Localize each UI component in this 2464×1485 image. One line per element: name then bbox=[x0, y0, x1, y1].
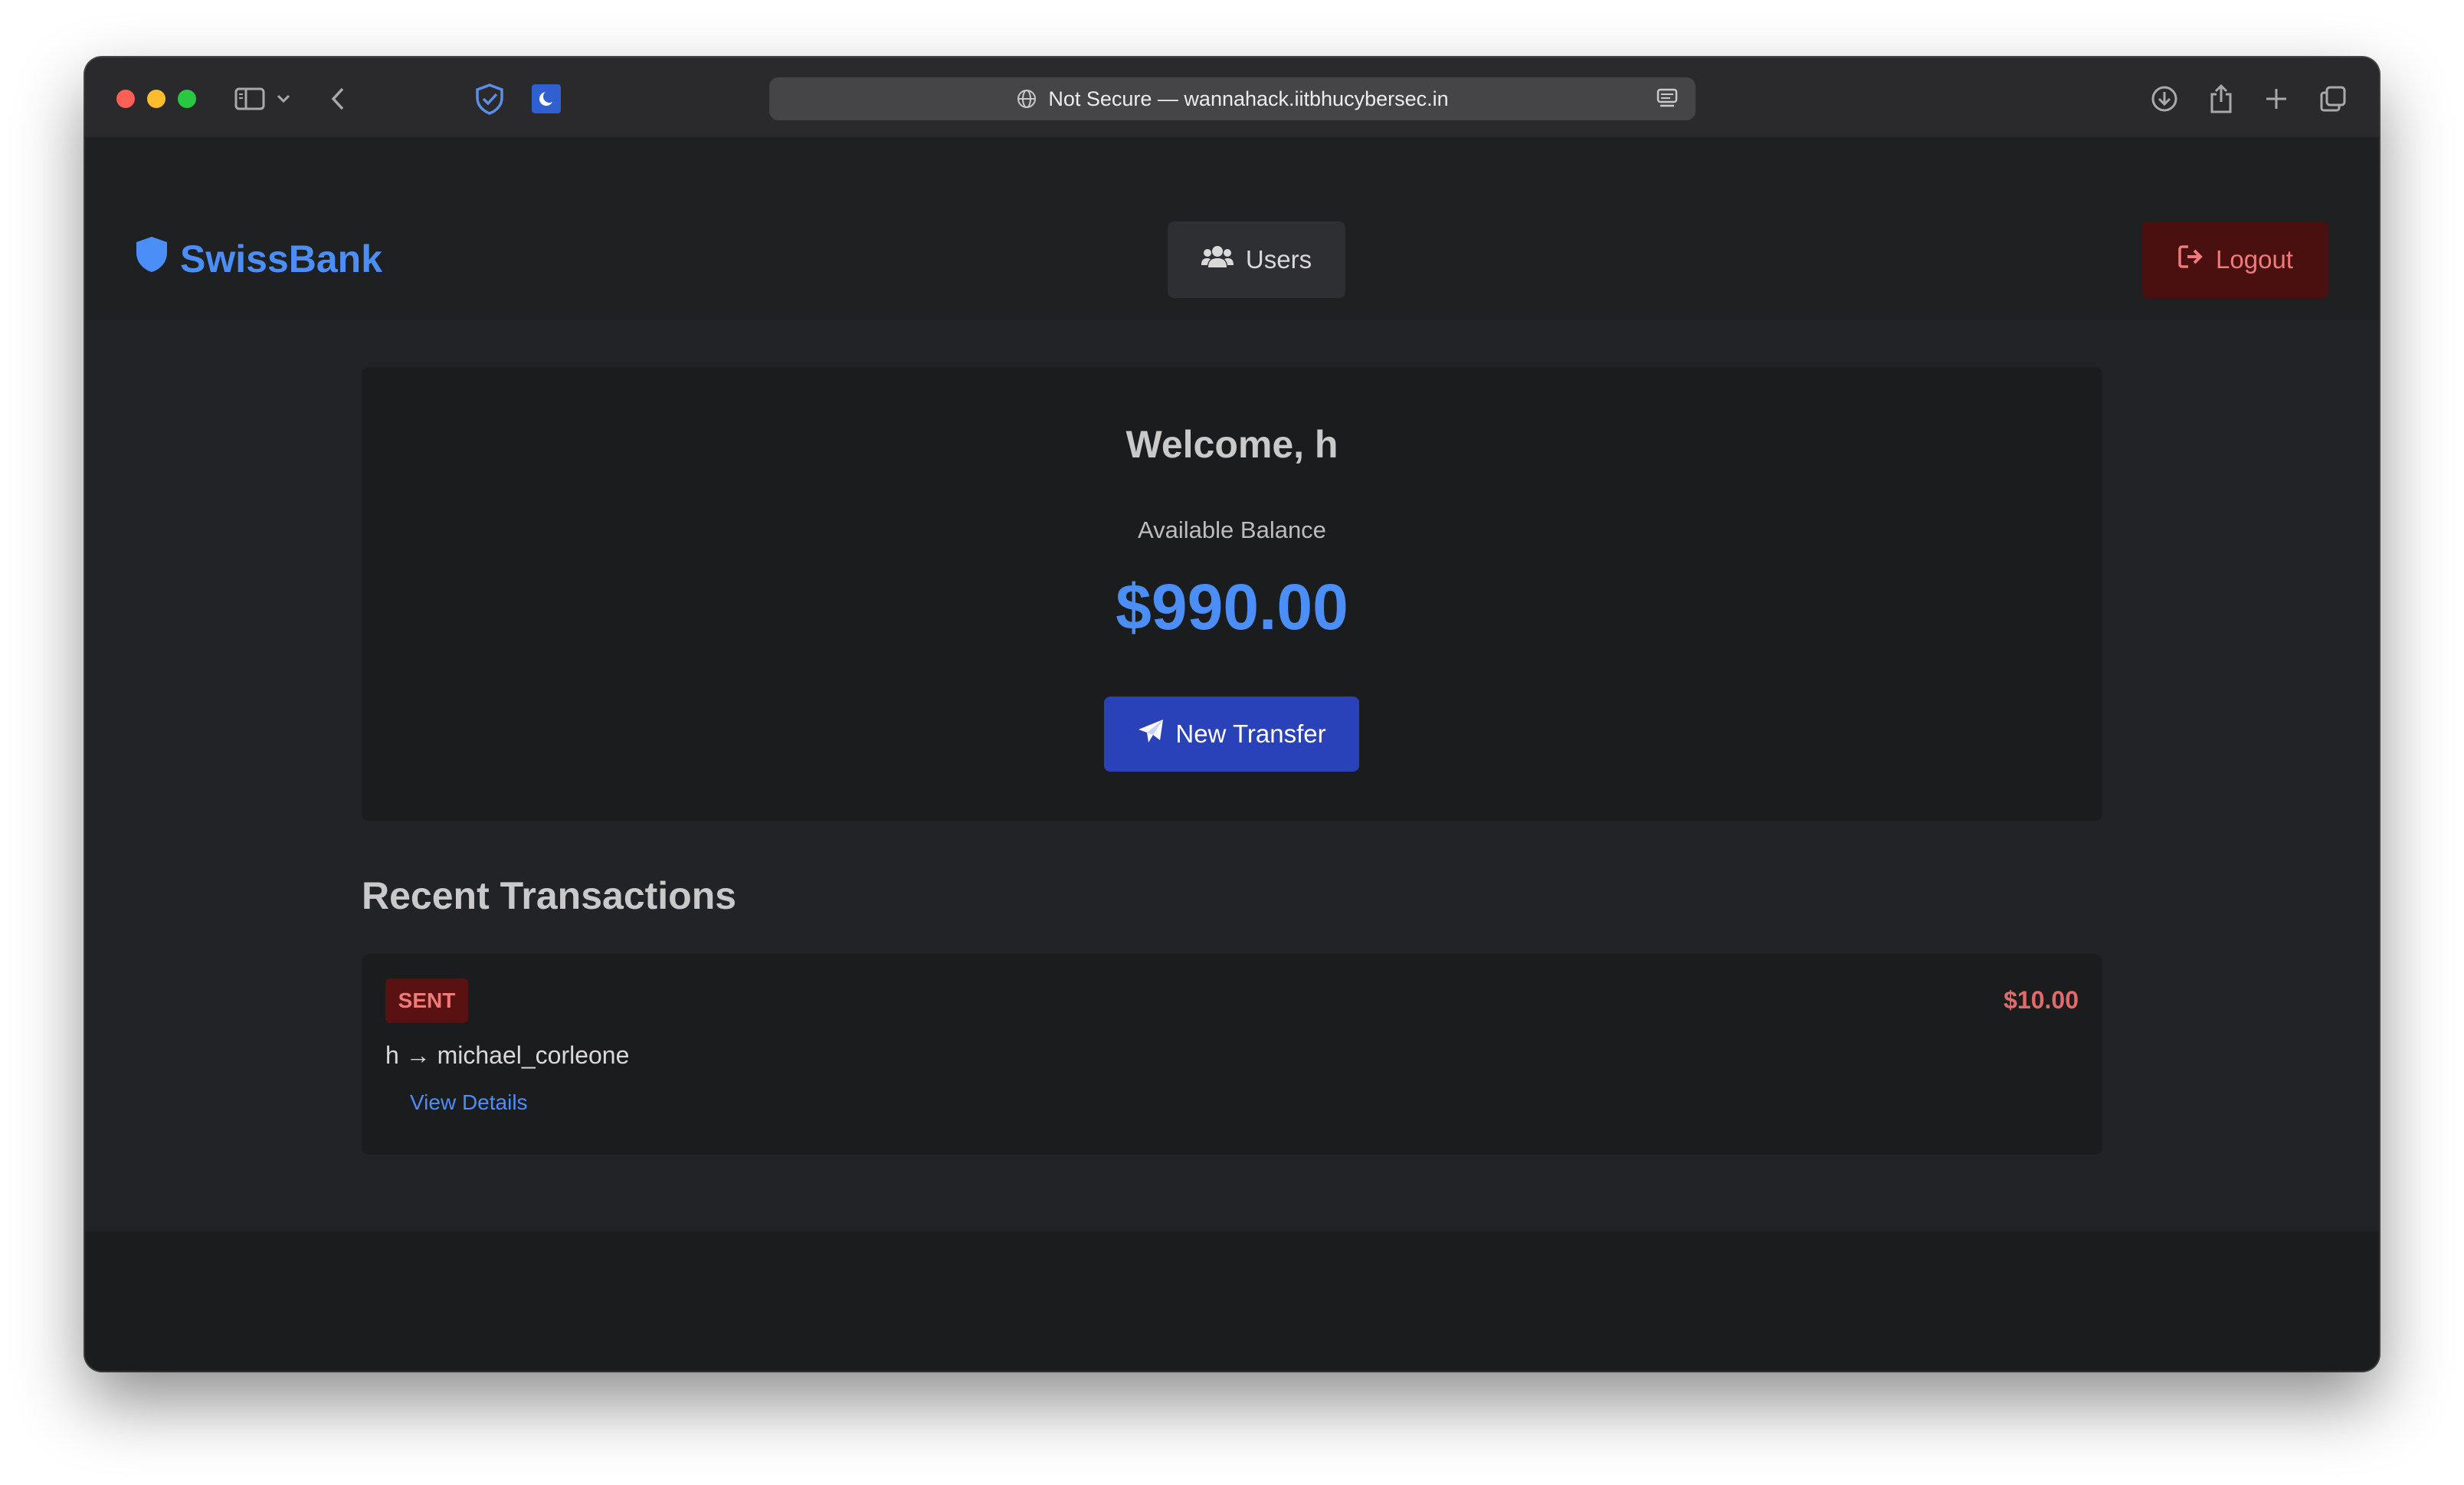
logout-label: Logout bbox=[2216, 245, 2293, 274]
balance-card: Welcome, h Available Balance $990.00 New… bbox=[362, 367, 2102, 821]
zoom-window-button[interactable] bbox=[178, 90, 196, 108]
reader-icon[interactable] bbox=[1656, 87, 1679, 115]
minimize-window-button[interactable] bbox=[147, 90, 165, 108]
share-icon[interactable] bbox=[2203, 80, 2240, 117]
address-text: Not Secure — wannahack.iitbhucybersec.in bbox=[1048, 87, 1449, 110]
download-icon[interactable] bbox=[2146, 80, 2183, 117]
logout-button[interactable]: Logout bbox=[2142, 221, 2328, 298]
users-nav-label: Users bbox=[1245, 245, 1312, 274]
main-content: Welcome, h Available Balance $990.00 New… bbox=[85, 320, 2379, 1231]
shield-icon bbox=[134, 235, 169, 283]
chevron-down-icon[interactable] bbox=[272, 80, 295, 117]
browser-window: Not Secure — wannahack.iitbhucybersec.in… bbox=[85, 57, 2379, 1371]
sidebar-icon[interactable] bbox=[231, 80, 268, 117]
shield-check-icon[interactable] bbox=[471, 80, 508, 117]
address-bar[interactable]: Not Secure — wannahack.iitbhucybersec.in bbox=[769, 77, 1696, 120]
brand-name: SwissBank bbox=[180, 238, 383, 280]
transaction-type-badge: SENT bbox=[385, 979, 468, 1023]
browser-titlebar: Not Secure — wannahack.iitbhucybersec.in bbox=[85, 57, 2379, 137]
close-window-button[interactable] bbox=[116, 90, 135, 108]
balance-value: $990.00 bbox=[1116, 571, 1348, 643]
plus-icon[interactable] bbox=[2258, 80, 2295, 117]
recent-transactions-title: Recent Transactions bbox=[362, 874, 737, 917]
page-footer bbox=[85, 1231, 2379, 1371]
paper-plane-icon bbox=[1137, 718, 1165, 750]
new-transfer-button[interactable]: New Transfer bbox=[1104, 697, 1359, 772]
logout-icon bbox=[2177, 244, 2204, 275]
brand-logo[interactable]: SwissBank bbox=[134, 235, 382, 283]
transaction-amount: $10.00 bbox=[2004, 986, 2079, 1014]
new-transfer-label: New Transfer bbox=[1175, 720, 1326, 748]
welcome-heading: Welcome, h bbox=[1126, 423, 1338, 466]
moon-icon[interactable] bbox=[528, 80, 565, 117]
app-navbar: SwissBank Users Logout bbox=[85, 137, 2379, 320]
globe-icon bbox=[1016, 88, 1037, 110]
users-icon bbox=[1201, 244, 1234, 275]
users-nav-button[interactable]: Users bbox=[1168, 221, 1345, 298]
transaction-item: SENT $10.00 h → michael_corleone View De… bbox=[362, 954, 2102, 1155]
balance-label: Available Balance bbox=[1138, 516, 1326, 543]
tabs-icon[interactable] bbox=[2315, 80, 2351, 117]
transaction-parties: h → michael_corleone bbox=[385, 1041, 630, 1069]
view-details-link[interactable]: View Details bbox=[410, 1090, 528, 1115]
back-icon[interactable] bbox=[319, 80, 356, 117]
